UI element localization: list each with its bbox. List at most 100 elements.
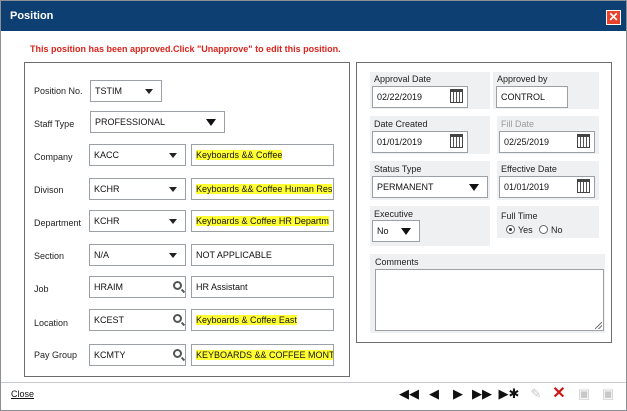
fill-date-value: 02/25/2019 [504,137,550,147]
section-description: NOT APPLICABLE [191,244,334,266]
position-no-label: Position No. [34,86,83,96]
comments-group: Comments [370,254,605,333]
pay-group-description-text: KEYBOARDS && COFFEE MONTH [196,350,333,360]
location-value: KCEST [94,315,125,325]
pay-group-input[interactable]: KCMTY [89,344,186,366]
company-label: Company [34,152,73,162]
date-created-label: Date Created [374,119,428,129]
division-description: Keyboards && Coffee Human Res [191,178,334,200]
status-type-select[interactable]: PERMANENT [372,176,488,198]
effective-date-input[interactable]: 01/01/2019 [499,176,595,198]
fill-date-group: Fill Date 02/25/2019 [497,116,599,154]
full-time-no-radio[interactable] [539,225,548,234]
executive-group: Executive No [370,206,490,246]
full-time-yes-label: Yes [518,225,533,235]
footer-divider [1,382,626,383]
chevron-down-icon [206,119,216,126]
executive-label: Executive [374,209,414,219]
department-label: Department [34,218,82,228]
location-description-text: Keyboards & Coffee East [196,315,297,325]
department-description: Keyboards & Coffee HR Departm [191,210,334,232]
staff-type-value: PROFESSIONAL [95,117,166,127]
date-created-input[interactable]: 01/01/2019 [372,131,468,153]
location-description: Keyboards & Coffee East [191,309,334,331]
pay-group-label: Pay Group [34,350,78,360]
department-value: KCHR [94,216,120,226]
left-form-panel: Position No. TSTIM Staff Type PROFESSION… [24,62,350,377]
chevron-down-icon [169,219,177,224]
company-value: KACC [94,150,120,160]
approval-date-input[interactable]: 02/22/2019 [372,86,468,108]
close-link[interactable]: Close [11,389,34,399]
chevron-down-icon [169,253,177,258]
date-created-value: 01/01/2019 [377,137,423,147]
chevron-down-icon [169,187,177,192]
effective-date-group: Effective Date 01/01/2019 [497,161,599,200]
section-label: Section [34,251,65,261]
save-as-icon: ▣ [601,386,615,401]
company-description-text: Keyboards && Coffee [196,150,283,160]
calendar-icon[interactable] [450,134,463,148]
comments-label: Comments [375,257,419,267]
department-select[interactable]: KCHR [89,210,186,232]
location-label: Location [34,318,69,328]
executive-select[interactable]: No [372,220,420,242]
full-time-label: Full Time [501,211,538,221]
first-record-icon[interactable]: ◀◀ [399,385,419,403]
search-icon[interactable] [173,349,182,358]
chevron-down-icon [469,184,479,191]
position-no-select[interactable]: TSTIM [90,80,162,102]
approved-by-input: CONTROL [496,86,568,108]
search-icon[interactable] [173,281,182,290]
division-select[interactable]: KCHR [89,178,186,200]
calendar-icon[interactable] [577,134,590,148]
last-record-icon[interactable]: ▶▶ [472,385,492,403]
division-description-text: Keyboards && Coffee Human Res [196,184,333,194]
section-value: N/A [94,250,110,260]
status-type-label: Status Type [374,164,422,174]
status-type-group: Status Type PERMANENT [370,161,490,200]
full-time-yes-radio[interactable] [506,225,515,234]
calendar-icon[interactable] [450,89,463,103]
division-label: Divison [34,185,64,195]
division-value: KCHR [94,184,120,194]
delete-icon[interactable]: ✕ [550,385,568,403]
next-record-icon[interactable]: ▶ [451,385,465,403]
job-description: HR Assistant [191,276,334,298]
position-no-value: TSTIM [95,86,122,96]
full-time-group: Full Time Yes No [497,206,599,238]
department-description-text: Keyboards & Coffee HR Departm [196,216,329,226]
effective-date-value: 01/01/2019 [504,182,550,192]
company-select[interactable]: KACC [89,144,186,166]
pay-group-description: KEYBOARDS && COFFEE MONTH [191,344,334,366]
approval-message: This position has been approved.Click "U… [30,44,341,54]
approval-date-group: Approval Date 02/22/2019 [370,72,490,109]
status-type-value: PERMANENT [377,182,434,192]
right-form-panel: Approval Date 02/22/2019 Approved by CON… [356,62,612,343]
previous-record-icon[interactable]: ◀ [427,385,441,403]
location-input[interactable]: KCEST [89,309,186,331]
job-input[interactable]: HRAIM [89,276,186,298]
staff-type-label: Staff Type [34,119,75,129]
new-record-icon[interactable]: ▶✱ [498,385,520,403]
pay-group-value: KCMTY [94,350,126,360]
fill-date-input[interactable]: 02/25/2019 [499,131,595,153]
resize-handle-icon[interactable] [595,322,602,329]
section-select[interactable]: N/A [89,244,186,266]
edit-icon: ✎ [530,386,542,401]
title-bar: Position ✕ [1,1,626,31]
full-time-no-label: No [551,225,563,235]
close-icon[interactable]: ✕ [606,10,621,25]
search-icon[interactable] [173,314,182,323]
comments-textarea[interactable] [375,269,604,331]
chevron-down-icon [145,89,153,94]
calendar-icon[interactable] [577,179,590,193]
approved-by-group: Approved by CONTROL [493,72,599,109]
window-title: Position [10,10,54,22]
staff-type-select[interactable]: PROFESSIONAL [90,111,225,133]
date-created-group: Date Created 01/01/2019 [370,116,490,154]
approval-date-value: 02/22/2019 [377,92,423,102]
fill-date-label: Fill Date [501,119,535,129]
position-dialog: Position ✕ This position has been approv… [0,0,627,411]
job-value: HRAIM [94,282,123,292]
